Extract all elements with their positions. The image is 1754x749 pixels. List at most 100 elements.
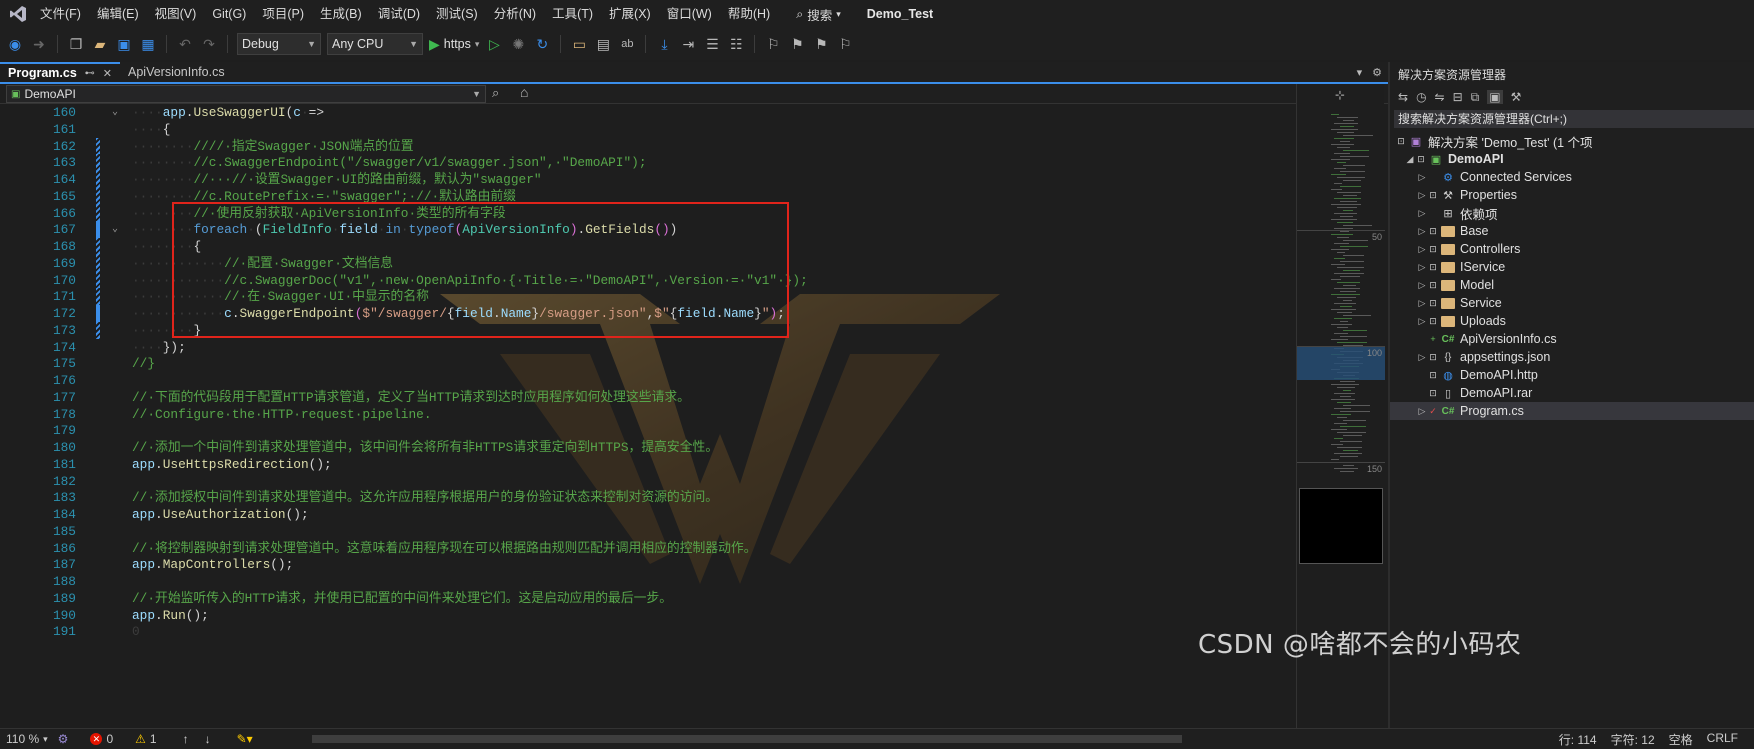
properties-wrench-icon[interactable]: ⚒ (1511, 90, 1522, 104)
hot-reload-icon[interactable]: ✺ (509, 35, 527, 53)
tree-item[interactable]: ▷ ⊡ Controllers (1390, 240, 1754, 258)
switch-views-icon[interactable]: ⇆ (1398, 90, 1408, 104)
tree-item[interactable]: ▷ ⚙ Connected Services (1390, 168, 1754, 186)
code-line[interactable]: 180 //·添加一个中间件到请求处理管道中，该中间件会将所有非HTTPS请求重定… (0, 439, 1290, 456)
pin-icon[interactable]: ⊷ (85, 68, 95, 79)
code-line[interactable]: 187 app.MapControllers(); (0, 556, 1290, 573)
code-line[interactable]: 190 app.Run(); (0, 607, 1290, 624)
code-line[interactable]: 163 ········//c.SwaggerEndpoint("/swagger… (0, 154, 1290, 172)
solution-platform-dropdown[interactable]: Any CPU ▼ (327, 33, 423, 55)
open-folder-icon[interactable]: ▭ (570, 35, 588, 53)
tree-item[interactable]: ⊡ ◍ DemoAPI.http (1390, 366, 1754, 384)
code-line[interactable]: 161 ····{ (0, 121, 1290, 138)
fold-toggle-icon[interactable]: ⌄ (112, 221, 118, 238)
code-health-icon[interactable]: ⚙ (58, 732, 69, 746)
copy-icon[interactable]: ⧉ (1471, 90, 1480, 105)
cursor-line[interactable]: 行: 114 (1559, 731, 1597, 748)
tree-item[interactable]: ▷ ⊡ IService (1390, 258, 1754, 276)
collapsed-arrow-icon[interactable]: ▷ (1416, 298, 1428, 309)
code-line[interactable]: 186 //·将控制器映射到请求处理管道中。这意味着应用程序现在可以根据路由规则匹… (0, 540, 1290, 557)
search-menu[interactable]: ⌕ 搜索 ▾ (784, 5, 853, 24)
bookmark-icon[interactable]: ⚐ (764, 35, 782, 53)
tree-item[interactable]: ⊡ ▯ DemoAPI.rar (1390, 384, 1754, 402)
tab-list-dropdown-icon[interactable]: ▾ (1357, 66, 1363, 79)
save-all-icon[interactable]: ▦ (139, 35, 157, 53)
code-line[interactable]: 189 //·开始监听传入的HTTP请求，并使用已配置的中间件来处理它们。这是启动… (0, 590, 1290, 607)
next-issue-icon[interactable]: ↓ (205, 732, 211, 746)
visual-studio-logo-icon[interactable] (4, 0, 32, 28)
cursor-column[interactable]: 字符: 12 (1611, 731, 1655, 748)
code-line[interactable]: 162 ········////·指定Swagger·JSON端点的位置 (0, 137, 1290, 155)
collapse-all-icon[interactable]: ⊟ (1453, 90, 1463, 104)
warnings-indicator[interactable]: ⚠ 1 (135, 732, 156, 746)
code-line[interactable]: 185 (0, 523, 1290, 540)
search-icon[interactable]: ⌕ (492, 85, 499, 101)
collapsed-arrow-icon[interactable]: ▷ (1416, 208, 1428, 219)
code-line[interactable]: 175 //} (0, 355, 1290, 372)
solution-configuration-dropdown[interactable]: Debug ▼ (237, 33, 321, 55)
errors-indicator[interactable]: ✕ 0 (90, 732, 113, 746)
tree-item[interactable]: ▷ ⊡ Service (1390, 294, 1754, 312)
menu-item[interactable]: 分析(N) (486, 0, 544, 28)
spell-check-icon[interactable]: ab (618, 35, 636, 53)
code-line[interactable]: 164 ········//···//·设置Swagger·UI的路由前缀，默认为… (0, 171, 1290, 188)
menu-item[interactable]: 工具(T) (544, 0, 601, 28)
fold-toggle-icon[interactable]: ⌄ (112, 104, 118, 121)
layout-icon[interactable]: ▤ (594, 35, 612, 53)
tree-item[interactable]: ▷ ⊡ ⚒ Properties (1390, 186, 1754, 204)
show-all-files-icon[interactable]: ▣ (1487, 90, 1503, 104)
navigate-forward-icon[interactable]: ➜ (30, 35, 48, 53)
tree-item[interactable]: ▷ ⊡ Uploads (1390, 312, 1754, 330)
collapsed-arrow-icon[interactable]: ▷ (1416, 352, 1428, 363)
code-line[interactable]: 184 app.UseAuthorization(); (0, 506, 1290, 523)
collapsed-arrow-icon[interactable]: ▷ (1416, 172, 1428, 183)
code-line[interactable]: 188 (0, 573, 1290, 590)
undo-icon[interactable]: ↶ (176, 35, 194, 53)
history-icon[interactable]: ◷ (1416, 90, 1426, 104)
tree-item[interactable]: ▷ ⊡ {} appsettings.json (1390, 348, 1754, 366)
clear-bookmarks-icon[interactable]: ⚐ (836, 35, 854, 53)
collapsed-arrow-icon[interactable]: ▷ (1416, 226, 1428, 237)
line-endings[interactable]: CRLF (1707, 731, 1738, 748)
project-navigation-dropdown[interactable]: ▣ DemoAPI ▼ (6, 85, 486, 103)
collapsed-arrow-icon[interactable]: ▷ (1416, 190, 1428, 201)
code-line[interactable]: 174 ····}); (0, 339, 1290, 356)
close-icon[interactable]: ✕ (103, 67, 112, 80)
indentation-mode[interactable]: 空格 (1669, 731, 1693, 748)
tab-program-cs[interactable]: Program.cs ⊷ ✕ (0, 62, 120, 82)
menu-item[interactable]: Git(G) (204, 0, 254, 28)
previous-bookmark-icon[interactable]: ⚑ (788, 35, 806, 53)
solution-search-input[interactable]: 搜索解决方案资源管理器(Ctrl+;) (1394, 110, 1754, 128)
restart-icon[interactable]: ↻ (533, 35, 551, 53)
code-line[interactable]: 179 (0, 422, 1290, 439)
code-line[interactable]: 176 (0, 372, 1290, 389)
menu-item[interactable]: 扩展(X) (601, 0, 659, 28)
indent-icon[interactable]: ☰ (703, 35, 721, 53)
start-without-debugging-icon[interactable]: ▷ (485, 35, 503, 53)
horizontal-scrollbar[interactable] (312, 735, 1182, 743)
expanded-arrow-icon[interactable]: ◢ (1404, 154, 1416, 165)
code-line[interactable]: 183 //·添加授权中间件到请求处理管道中。这允许应用程序根据用户的身份验证状态… (0, 489, 1290, 506)
previous-issue-icon[interactable]: ↑ (183, 732, 189, 746)
collapsed-arrow-icon[interactable]: ▷ (1416, 406, 1428, 417)
cleanup-brush-icon[interactable]: ✎▾ (237, 732, 253, 746)
menu-item[interactable]: 窗口(W) (659, 0, 720, 28)
step-over-icon[interactable]: ⇥ (679, 35, 697, 53)
code-line[interactable]: 191 0 (0, 623, 1290, 640)
code-editor[interactable]: 160 ⌄ ····app.UseSwaggerUI(c·=> 161 ····{162… (0, 104, 1296, 728)
tree-item[interactable]: ▷ ⊡ Model (1390, 276, 1754, 294)
code-line[interactable]: 182 (0, 473, 1290, 490)
menu-item[interactable]: 项目(P) (254, 0, 312, 28)
collapsed-arrow-icon[interactable]: ▷ (1416, 280, 1428, 291)
settings-gear-icon[interactable]: ⚙ (1372, 66, 1382, 79)
tree-item[interactable]: ▷ ⊡ Base (1390, 222, 1754, 240)
outdent-icon[interactable]: ☷ (727, 35, 745, 53)
collapsed-arrow-icon[interactable]: ▷ (1416, 244, 1428, 255)
code-line[interactable]: 178 //·Configure·the·HTTP·request·pipelin… (0, 406, 1290, 423)
code-line[interactable]: 160 ⌄ ····app.UseSwaggerUI(c·=> (0, 104, 1290, 121)
open-file-icon[interactable]: ▰ (91, 35, 109, 53)
tab-apiversioninfo-cs[interactable]: ApiVersionInfo.cs (120, 62, 233, 82)
collapsed-arrow-icon[interactable]: ▷ (1416, 316, 1428, 327)
tree-item[interactable]: + C# ApiVersionInfo.cs (1390, 330, 1754, 348)
menu-item[interactable]: 生成(B) (312, 0, 370, 28)
